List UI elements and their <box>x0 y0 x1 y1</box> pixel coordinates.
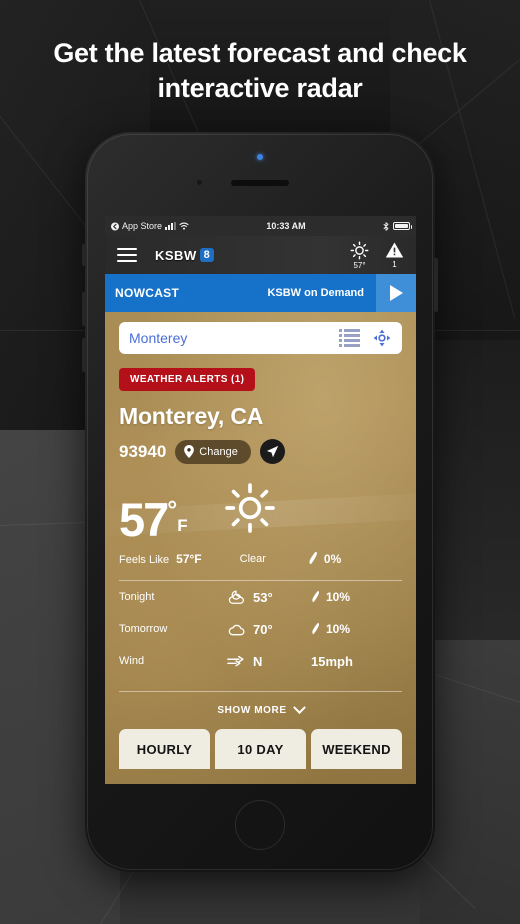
current-condition-icon-wrap <box>224 482 276 539</box>
map-pin-icon <box>184 445 195 458</box>
phone-mockup: App Store 10:33 AM KSBW 8 57° 1 NOWCAST … <box>82 132 438 872</box>
nowcast-bar[interactable]: NOWCAST KSBW on Demand <box>105 274 416 312</box>
tab-10day[interactable]: 10 DAY <box>215 729 306 769</box>
forecast-precip-value: 10% <box>326 590 351 604</box>
current-precip-value: 0% <box>323 551 342 566</box>
feels-like: Feels Like 57°F <box>119 552 202 566</box>
forecast-row-tonight[interactable]: Tonight 53° 10% <box>119 581 402 613</box>
play-icon <box>389 285 403 301</box>
zip-code: 93940 <box>119 441 167 461</box>
logo-text: KSBW <box>155 247 197 263</box>
weather-alerts-badge[interactable]: WEATHER ALERTS (1) <box>119 368 256 391</box>
change-label: Change <box>199 445 238 458</box>
tab-hourly[interactable]: HOURLY <box>119 729 210 769</box>
forecast-precip: 10% <box>311 590 350 604</box>
use-current-location-button[interactable] <box>259 439 285 464</box>
wind-direction: N <box>253 653 263 669</box>
current-temperature: 57° <box>119 495 177 543</box>
divider <box>119 691 402 692</box>
status-time: 10:33 AM <box>266 221 306 231</box>
wind-label: Wind <box>119 655 145 667</box>
header-alert-count: 1 <box>392 259 397 269</box>
location-row: 93940 Change <box>119 439 402 464</box>
forecast-row-wind[interactable]: Wind N 15mph <box>119 645 402 677</box>
search-input[interactable] <box>129 330 339 346</box>
forecast-label: Tonight <box>119 591 155 603</box>
sun-icon <box>224 483 275 533</box>
change-location-button[interactable]: Change <box>175 439 251 464</box>
current-meta-row: Feels Like 57°F Clear 0% <box>119 551 402 566</box>
condition-text: Clear <box>239 552 266 565</box>
back-arrow-icon[interactable] <box>111 222 119 231</box>
tab-weekend[interactable]: WEEKEND <box>311 729 402 769</box>
nowcast-subtitle: KSBW on Demand <box>267 287 364 299</box>
phone-screen: App Store 10:33 AM KSBW 8 57° 1 NOWCAST … <box>105 216 416 784</box>
front-camera <box>197 180 202 185</box>
status-bar: App Store 10:33 AM <box>105 216 416 236</box>
header-temperature-button[interactable]: 57° <box>350 241 369 270</box>
location-search-bar[interactable] <box>119 322 402 354</box>
status-back-app[interactable]: App Store <box>122 221 162 231</box>
temperature-unit: F <box>177 516 188 535</box>
feels-like-value: 57°F <box>176 551 202 566</box>
raindrop-icon <box>312 591 320 603</box>
wind-speed: 15mph <box>311 653 353 669</box>
forecast-temp: 70° <box>253 621 273 637</box>
forecast-tabs: HOURLY 10 DAY WEEKEND <box>119 729 402 769</box>
chevron-down-icon <box>292 701 306 715</box>
crosshair-location-icon[interactable] <box>372 328 392 348</box>
nowcast-play-button[interactable] <box>376 274 416 312</box>
earpiece-speaker <box>231 180 289 186</box>
header-alerts-button[interactable]: 1 <box>385 241 404 269</box>
home-button[interactable] <box>235 800 285 850</box>
list-icon[interactable] <box>339 329 360 347</box>
notification-led <box>257 154 263 160</box>
degree-symbol: ° <box>167 495 177 524</box>
forecast-temp: 53° <box>253 589 273 605</box>
hamburger-menu-icon[interactable] <box>117 248 137 262</box>
volume-down-button <box>82 338 86 372</box>
navigation-arrow-icon <box>266 445 279 458</box>
raindrop-icon <box>309 551 317 565</box>
signal-bars-icon <box>165 222 177 230</box>
weather-content: WEATHER ALERTS (1) Monterey, CA 93940 Ch… <box>105 312 416 784</box>
current-conditions: 57° F <box>119 482 402 543</box>
app-header: KSBW 8 57° 1 <box>105 236 416 274</box>
city-name: Monterey, CA <box>119 403 264 429</box>
current-temp-value: 57 <box>119 492 169 546</box>
power-button <box>434 258 438 312</box>
wifi-icon <box>179 222 189 230</box>
raindrop-icon <box>312 623 320 635</box>
app-logo[interactable]: KSBW 8 <box>155 248 214 263</box>
sun-icon <box>350 241 369 259</box>
silent-switch <box>82 244 86 266</box>
wind-arrow-icon <box>227 655 253 668</box>
bluetooth-icon <box>383 221 389 231</box>
warning-triangle-icon <box>385 241 404 258</box>
header-temp-value: 57° <box>353 260 366 270</box>
feels-like-label: Feels Like <box>119 553 170 566</box>
forecast-row-tomorrow[interactable]: Tomorrow 70° 10% <box>119 613 402 645</box>
moon-cloud-icon <box>227 589 253 605</box>
cloud-icon <box>227 621 253 637</box>
battery-icon <box>393 222 412 230</box>
forecast-precip: 10% <box>311 622 350 636</box>
volume-up-button <box>82 292 86 326</box>
show-more-button[interactable]: SHOW MORE <box>119 701 402 716</box>
promo-headline: Get the latest forecast and check intera… <box>53 38 467 103</box>
forecast-label: Tomorrow <box>119 623 168 635</box>
nowcast-title: NOWCAST <box>115 286 180 300</box>
logo-badge: 8 <box>199 248 214 262</box>
show-more-label: SHOW MORE <box>217 705 287 716</box>
current-precipitation: 0% <box>308 551 341 566</box>
forecast-precip-value: 10% <box>326 622 351 636</box>
